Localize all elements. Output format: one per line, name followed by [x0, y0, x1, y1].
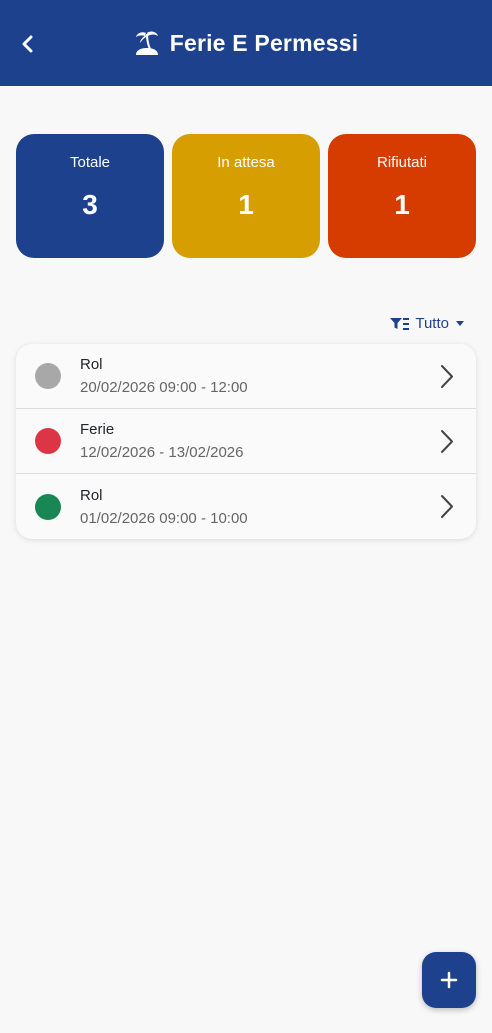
header-title-group: Ferie E Permessi — [134, 29, 359, 57]
request-type: Rol — [80, 356, 103, 373]
list-item[interactable]: Ferie 12/02/2026 - 13/02/2026 — [16, 409, 476, 474]
request-period: 20/02/2026 09:00 - 12:00 — [80, 379, 248, 396]
list-item-text: Rol 01/02/2026 09:00 - 10:00 — [80, 487, 248, 527]
app-header: Ferie E Permessi — [0, 0, 492, 86]
chevron-right-icon — [441, 430, 453, 453]
rejected-count: 1 — [394, 189, 410, 220]
rejected-card[interactable]: Rifiutati 1 — [328, 134, 476, 258]
island-palm-icon — [135, 31, 158, 55]
list-item-text: Rol 20/02/2026 09:00 - 12:00 — [80, 356, 248, 396]
total-count: 3 — [82, 189, 98, 220]
request-type: Ferie — [80, 421, 115, 438]
filter-dropdown[interactable]: Tutto — [390, 315, 464, 332]
filter-list-icon — [390, 317, 410, 330]
back-button[interactable] — [14, 30, 42, 58]
request-type: Rol — [80, 486, 103, 504]
filter-value: Tutto — [415, 315, 449, 332]
request-period: 12/02/2026 - 13/02/2026 — [80, 444, 244, 461]
list-item-text: Ferie 12/02/2026 - 13/02/2026 — [80, 421, 243, 461]
pending-count: 1 — [238, 189, 254, 220]
chevron-right-icon — [441, 495, 453, 518]
add-request-button[interactable] — [422, 952, 476, 1008]
chevron-right-icon — [441, 365, 453, 388]
requests-list: Rol 20/02/2026 09:00 - 12:00 Ferie 12/02… — [16, 344, 476, 539]
status-dot — [35, 363, 61, 389]
total-card[interactable]: Totale 3 — [16, 134, 164, 258]
chevron-left-icon — [22, 35, 33, 53]
request-period: 01/02/2026 09:00 - 10:00 — [80, 509, 248, 527]
pending-card[interactable]: In attesa 1 — [172, 134, 320, 258]
page-title: Ferie E Permessi — [169, 29, 359, 56]
summary-cards: Totale 3 In attesa 1 Rifiutati 1 — [16, 134, 476, 258]
list-item[interactable]: Rol 01/02/2026 09:00 - 10:00 — [16, 474, 476, 539]
rejected-label: Rifiutati — [376, 154, 428, 171]
plus-icon — [440, 971, 458, 989]
pending-label: In attesa — [217, 154, 275, 171]
total-label: Totale — [69, 154, 111, 171]
caret-down-icon — [456, 321, 464, 326]
list-item[interactable]: Rol 20/02/2026 09:00 - 12:00 — [16, 344, 476, 409]
status-dot — [35, 428, 61, 454]
status-dot — [35, 493, 61, 520]
